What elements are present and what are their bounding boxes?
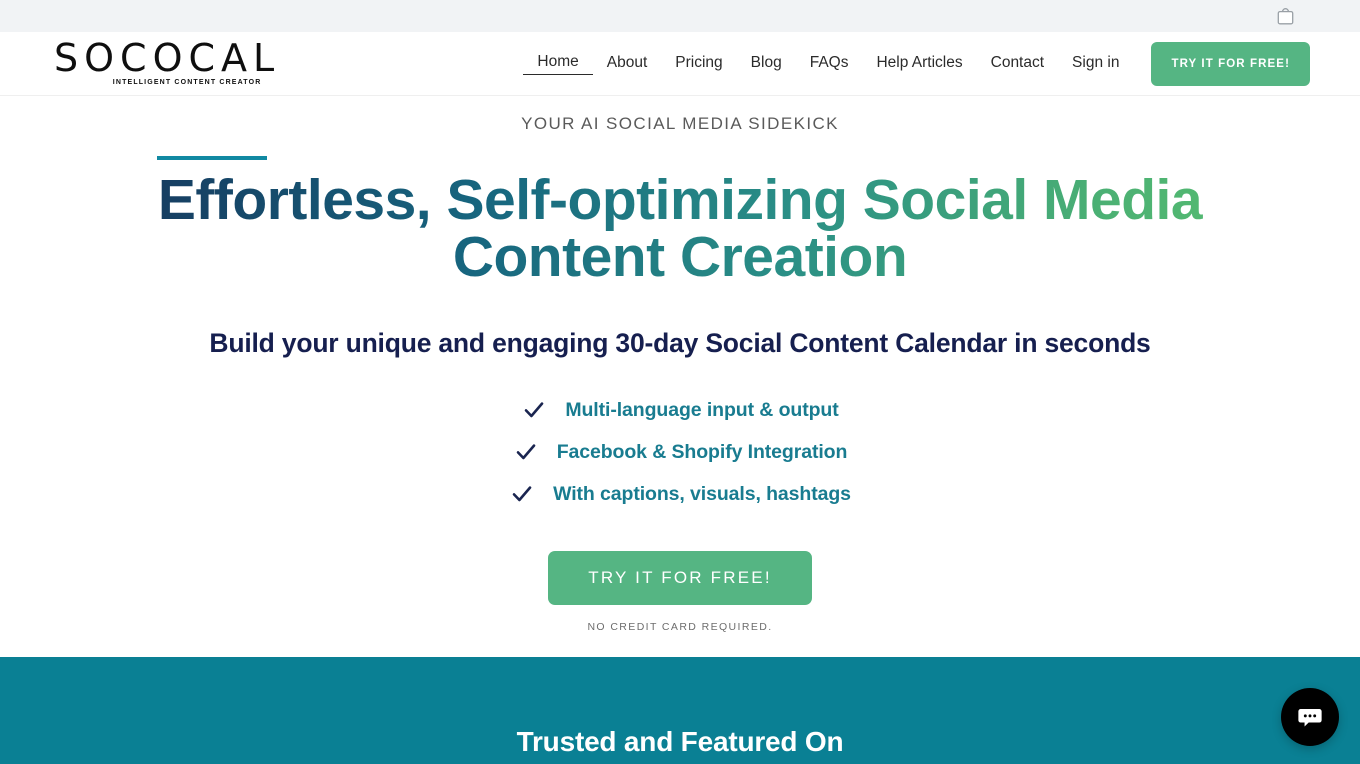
brand-tagline: INTELLIGENT CONTENT CREATOR bbox=[112, 78, 262, 86]
feature-label: Multi-language input & output bbox=[565, 398, 839, 421]
site-header: SOCOCAL INTELLIGENT CONTENT CREATOR Home… bbox=[0, 32, 1360, 96]
brand-wordmark: SOCOCAL bbox=[54, 36, 281, 81]
page-title: Effortless, Self-optimizing Social Media… bbox=[130, 172, 1230, 286]
hero-cta-group: TRY IT FOR FREE! NO CREDIT CARD REQUIRED… bbox=[130, 551, 1230, 633]
nav-item-blog[interactable]: Blog bbox=[737, 53, 796, 73]
feature-list: Multi-language input & output Facebook &… bbox=[130, 397, 1230, 507]
chat-bubble-icon[interactable] bbox=[1281, 688, 1339, 746]
list-item: Multi-language input & output bbox=[521, 397, 839, 423]
utility-bar bbox=[0, 0, 1360, 32]
check-icon bbox=[521, 397, 547, 423]
check-icon bbox=[513, 439, 539, 465]
nav-item-help-articles[interactable]: Help Articles bbox=[862, 53, 976, 73]
hero-try-it-free-button[interactable]: TRY IT FOR FREE! bbox=[548, 551, 812, 605]
main-navigation: Home About Pricing Blog FAQs Help Articl… bbox=[523, 41, 1310, 86]
hero-section: YOUR AI SOCIAL MEDIA SIDEKICK Effortless… bbox=[0, 96, 1360, 657]
no-credit-card-note: NO CREDIT CARD REQUIRED. bbox=[587, 621, 773, 633]
check-icon bbox=[509, 481, 535, 507]
nav-item-faqs[interactable]: FAQs bbox=[796, 53, 863, 73]
page-root: SOCOCAL INTELLIGENT CONTENT CREATOR Home… bbox=[0, 0, 1360, 764]
trusted-title: Trusted and Featured On bbox=[516, 726, 844, 757]
nav-item-home[interactable]: Home bbox=[523, 52, 593, 76]
nav-item-about[interactable]: About bbox=[593, 53, 662, 73]
list-item: With captions, visuals, hashtags bbox=[509, 481, 851, 507]
nav-item-pricing[interactable]: Pricing bbox=[661, 53, 736, 73]
hero-divider bbox=[157, 156, 267, 160]
brand-logo[interactable]: SOCOCAL INTELLIGENT CONTENT CREATOR bbox=[50, 36, 281, 86]
hero-eyebrow: YOUR AI SOCIAL MEDIA SIDEKICK bbox=[521, 114, 839, 133]
list-item: Facebook & Shopify Integration bbox=[513, 439, 848, 465]
hero-subtitle: Build your unique and engaging 30-day So… bbox=[209, 328, 1151, 358]
feature-label: Facebook & Shopify Integration bbox=[556, 440, 848, 463]
feature-label: With captions, visuals, hashtags bbox=[553, 482, 851, 505]
shopping-bag-icon[interactable] bbox=[1272, 3, 1298, 29]
header-try-it-free-button[interactable]: TRY IT FOR FREE! bbox=[1151, 41, 1310, 86]
nav-item-sign-in[interactable]: Sign in bbox=[1058, 53, 1133, 73]
trusted-section: Trusted and Featured On bbox=[0, 657, 1360, 764]
hero-content: YOUR AI SOCIAL MEDIA SIDEKICK Effortless… bbox=[130, 96, 1230, 633]
nav-item-contact[interactable]: Contact bbox=[977, 53, 1058, 73]
